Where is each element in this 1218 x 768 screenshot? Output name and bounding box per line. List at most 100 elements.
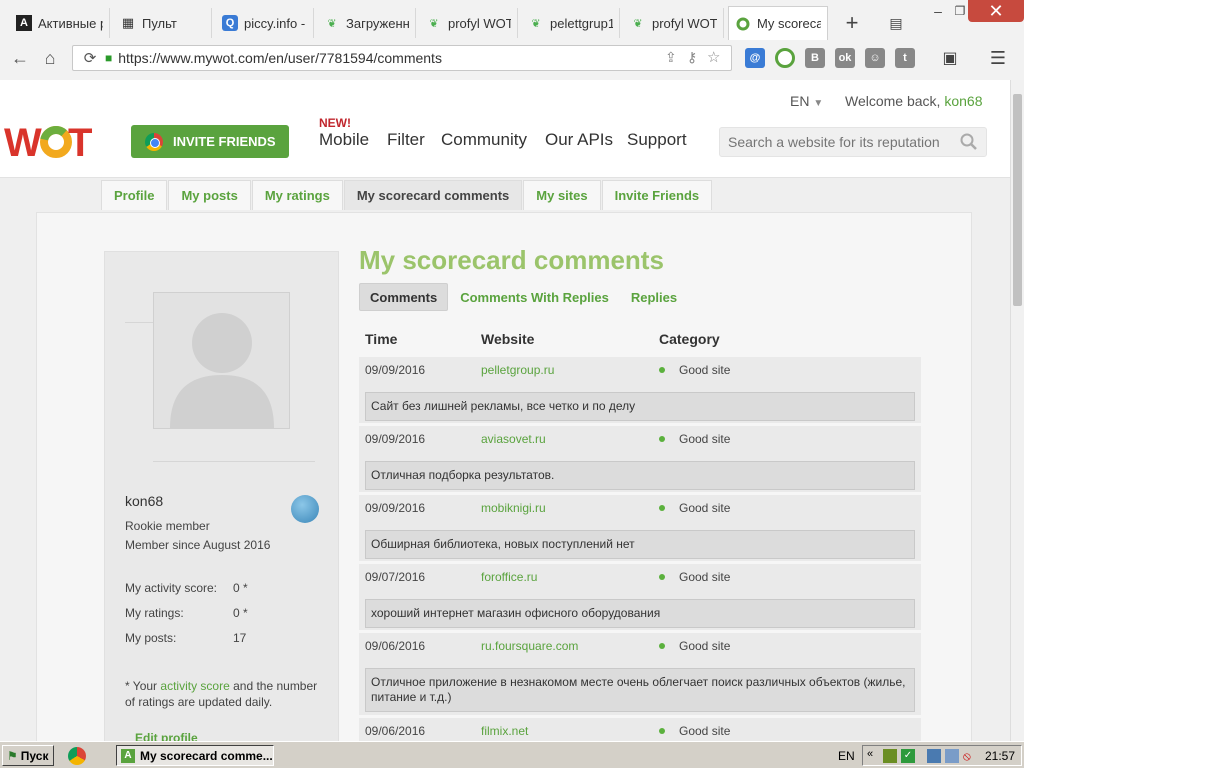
search-box <box>719 127 987 157</box>
row-category: Good site <box>679 501 731 515</box>
row-website-link[interactable]: mobiknigi.ru <box>481 501 546 515</box>
welcome-text: Welcome back, kon68 <box>845 93 983 109</box>
nav-filter[interactable]: Filter <box>387 130 425 150</box>
row-comment: Отличное приложение в незнакомом месте о… <box>365 668 915 712</box>
browser-tab-2[interactable]: ▦ Пульт <box>114 8 212 38</box>
user-silhouette-icon <box>170 313 274 428</box>
profile-rank: Rookie member <box>125 519 210 533</box>
face-icon[interactable]: ☺ <box>865 48 885 68</box>
tab-my-posts[interactable]: My posts <box>168 180 251 210</box>
scrollbar-thumb[interactable] <box>1013 94 1022 306</box>
browser-tab-7[interactable]: ❦ profyl WOT <box>624 8 724 38</box>
row-website-link[interactable]: pelletgroup.ru <box>481 363 554 377</box>
avatar[interactable] <box>153 292 290 429</box>
close-window-icon[interactable]: ✕ <box>968 0 1024 22</box>
mail-ru-icon[interactable]: @ <box>745 48 765 68</box>
good-site-dot-icon <box>659 643 665 649</box>
new-badge: NEW! <box>319 116 351 130</box>
monitor-icon[interactable] <box>945 749 959 763</box>
posts-value: 17 <box>233 631 247 645</box>
minimize-icon[interactable]: – <box>928 0 948 22</box>
row-website-link[interactable]: ru.foursquare.com <box>481 639 578 653</box>
language-selector[interactable]: EN ▼ <box>790 93 823 109</box>
ratings-label: My ratings: <box>125 606 184 620</box>
start-button[interactable]: ⚑ Пуск <box>2 745 54 766</box>
menu-icon[interactable]: ☰ <box>988 48 1008 68</box>
row-time: 09/09/2016 <box>365 432 426 446</box>
row-website-link[interactable]: foroffice.ru <box>481 570 537 584</box>
tab-invite-friends[interactable]: Invite Friends <box>601 180 713 210</box>
volume-muted-icon[interactable]: ⦸ <box>963 749 971 764</box>
table-row: 09/09/2016 aviasovet.ru Good site Отличн… <box>359 426 921 495</box>
table-row: 09/09/2016 pelletgroup.ru Good site Сайт… <box>359 357 921 426</box>
activity-score-link[interactable]: activity score <box>160 679 229 693</box>
twitter-icon[interactable]: t <box>895 48 915 68</box>
back-arrow-icon[interactable]: ← <box>8 46 32 70</box>
browser-tab-active[interactable]: My scorecar <box>728 6 828 40</box>
welcome-username-link[interactable]: kon68 <box>944 93 982 109</box>
subtab-comments[interactable]: Comments <box>359 283 449 311</box>
tab-my-ratings[interactable]: My ratings <box>251 180 343 210</box>
chrome-quicklaunch-icon[interactable] <box>68 747 86 765</box>
row-website-link[interactable]: filmix.net <box>481 724 528 738</box>
browser-tab-6[interactable]: ❦ pelettgrup1 <box>522 8 620 38</box>
tab-my-sites[interactable]: My sites <box>523 180 601 210</box>
a-letter-icon: A <box>121 748 135 763</box>
browser-tab-1[interactable]: A Активные р <box>10 8 110 38</box>
chat-icon[interactable]: ▣ <box>940 48 960 68</box>
vk-icon[interactable]: B <box>805 48 825 68</box>
wot-logo[interactable]: W T <box>4 118 100 164</box>
row-time: 09/06/2016 <box>365 639 426 653</box>
member-since: Member since August 2016 <box>125 538 271 552</box>
divider <box>153 461 315 462</box>
browser-tab-4[interactable]: ❦Загруженна <box>318 8 416 38</box>
search-input[interactable] <box>720 128 958 156</box>
keyboard-language[interactable]: EN <box>838 749 855 763</box>
home-icon[interactable]: ⌂ <box>38 46 62 70</box>
activity-score-value: 0 * <box>233 581 248 595</box>
new-tab-plus-icon[interactable]: + <box>840 10 864 35</box>
profile-username: kon68 <box>125 493 164 509</box>
restore-icon[interactable]: ❐ <box>950 0 970 22</box>
share-icon[interactable]: ⇪ <box>665 49 677 66</box>
odnoklassniki-icon[interactable]: ok <box>835 48 855 68</box>
row-category: Good site <box>679 432 731 446</box>
web-page: W T INVITE FRIENDS NEW! Mobile Filter Co… <box>0 80 1010 741</box>
clock: 21:57 <box>984 749 1015 763</box>
content-panel: kon68 Rookie member Member since August … <box>36 212 972 741</box>
wot-extension-icon[interactable] <box>775 48 795 68</box>
tab-my-scorecard-comments[interactable]: My scorecard comments <box>343 180 523 210</box>
row-comment: Отличная подборка результатов. <box>365 461 915 490</box>
tray-expand-icon[interactable]: « <box>867 748 873 760</box>
browser-tab-3[interactable]: Qpiccy.info - <box>216 8 314 38</box>
magnifier-icon: Q <box>222 15 238 31</box>
reload-icon[interactable]: ⟳ <box>81 46 99 70</box>
nav-support[interactable]: Support <box>627 130 687 150</box>
table-row: 09/07/2016 foroffice.ru Good site хороши… <box>359 564 921 633</box>
nav-mobile[interactable]: Mobile <box>319 130 369 150</box>
edit-profile-link[interactable]: Edit profile <box>135 731 198 741</box>
subtab-comments-with-replies[interactable]: Comments With Replies <box>450 283 619 311</box>
network-icon[interactable] <box>927 749 941 763</box>
tab-profile[interactable]: Profile <box>101 180 168 210</box>
invite-friends-button[interactable]: INVITE FRIENDS <box>131 125 289 158</box>
page-scrollbar[interactable] <box>1010 80 1024 741</box>
row-website-link[interactable]: aviasovet.ru <box>481 432 546 446</box>
key-icon[interactable]: ⚷ <box>687 49 697 66</box>
comments-table: 09/09/2016 pelletgroup.ru Good site Сайт… <box>359 357 921 741</box>
browser-tab-5[interactable]: ❦ profyl WOT <box>420 8 518 38</box>
search-icon[interactable] <box>960 133 978 151</box>
taskbar-window-button[interactable]: A My scorecard comme... <box>116 745 274 766</box>
star-icon[interactable]: ☆ <box>707 48 720 66</box>
checkmark-icon[interactable]: ✓ <box>901 749 915 763</box>
subtab-replies[interactable]: Replies <box>621 283 687 311</box>
nav-our-apis[interactable]: Our APIs <box>545 130 613 150</box>
row-category: Good site <box>679 724 731 738</box>
table-header: Time Website Category <box>359 325 921 355</box>
nav-community[interactable]: Community <box>441 130 527 150</box>
page-title: My scorecard comments <box>359 245 664 275</box>
address-bar[interactable]: ⟳ ■ https://www.mywot.com/en/user/778159… <box>72 45 732 71</box>
tab-overview-icon[interactable]: ▤ <box>884 12 908 34</box>
divider <box>125 322 153 323</box>
tray-app-icon[interactable] <box>883 749 897 763</box>
